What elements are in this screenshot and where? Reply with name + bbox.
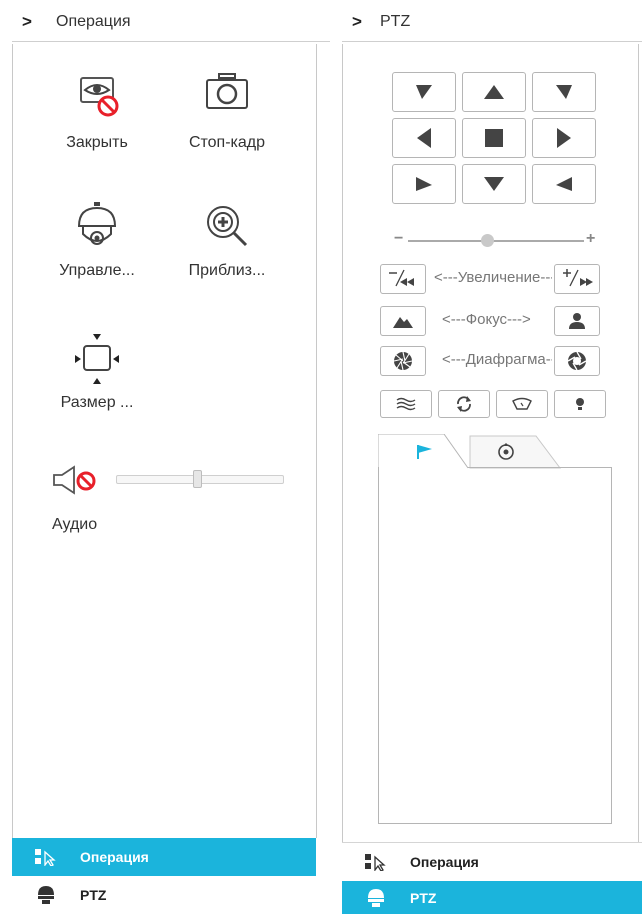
patrol-icon bbox=[498, 443, 514, 460]
focus-near-button[interactable] bbox=[380, 306, 426, 336]
panel-border-right bbox=[316, 44, 317, 838]
arrow-up-icon bbox=[484, 85, 504, 99]
iris-close-button[interactable] bbox=[380, 346, 426, 376]
focus-far-icon bbox=[569, 313, 585, 329]
iris-label: <---Диафрагма---> bbox=[442, 351, 552, 368]
arrow-down-left-icon bbox=[416, 177, 432, 191]
focus-label: <---Фокус---> bbox=[442, 311, 531, 328]
snapshot-button[interactable]: Стоп-кадр bbox=[172, 72, 282, 152]
arrow-up-left-icon bbox=[416, 85, 432, 99]
preset-flag-icon bbox=[417, 445, 432, 459]
speed-slider-thumb[interactable] bbox=[481, 234, 495, 247]
operation-panel: > Операция Закрыть Стоп-кадр Управле... … bbox=[0, 0, 330, 914]
ptz-down-right-button[interactable] bbox=[532, 164, 596, 204]
nav-operation-label: Операция bbox=[80, 849, 149, 865]
nav-ptz-left[interactable]: PTZ bbox=[12, 876, 316, 914]
ptz-camera-icon bbox=[67, 200, 127, 260]
nav-ptz-label: PTZ bbox=[80, 887, 107, 903]
speed-plus-label: + bbox=[586, 230, 596, 247]
digital-zoom-label: Приблиз... bbox=[188, 262, 266, 279]
nav-operation-left[interactable]: Операция bbox=[12, 838, 316, 876]
camera-icon bbox=[197, 72, 257, 132]
ptz-left-button[interactable] bbox=[392, 118, 456, 158]
chevron-right-icon[interactable]: > bbox=[22, 12, 32, 32]
window-size-label: Размер ... bbox=[60, 394, 134, 411]
tab-presets[interactable] bbox=[378, 434, 470, 470]
iris-open-button[interactable] bbox=[554, 346, 600, 376]
close-video-button[interactable]: Закрыть bbox=[42, 72, 152, 152]
volume-slider-thumb[interactable] bbox=[193, 470, 203, 488]
arrow-left-icon bbox=[417, 128, 431, 148]
ptz-camera-icon bbox=[34, 883, 58, 907]
focus-near-icon bbox=[393, 317, 413, 328]
zoom-in-icon bbox=[563, 269, 593, 287]
zoom-out-button[interactable] bbox=[380, 264, 426, 294]
eye-hide-icon bbox=[67, 72, 127, 132]
speed-minus-label: − bbox=[394, 230, 404, 247]
zoom-out-icon bbox=[389, 269, 414, 287]
iris-open-icon bbox=[567, 351, 587, 371]
zoom-in-button[interactable] bbox=[554, 264, 600, 294]
lens-init-button[interactable] bbox=[496, 390, 548, 418]
light-button[interactable] bbox=[554, 390, 606, 418]
arrow-right-icon bbox=[557, 128, 571, 148]
zoom-in-icon bbox=[197, 200, 257, 260]
operation-icon bbox=[34, 845, 58, 869]
ptz-panel-header[interactable]: > PTZ bbox=[342, 8, 642, 42]
operation-panel-header[interactable]: > Операция bbox=[12, 8, 330, 42]
nav-operation-label: Операция bbox=[410, 854, 479, 870]
digital-zoom-button[interactable]: Приблиз... bbox=[172, 200, 282, 280]
audio-mute-button[interactable] bbox=[52, 464, 104, 496]
rotate-icon bbox=[457, 396, 471, 412]
tab-patrol[interactable] bbox=[462, 434, 562, 469]
lens-icon bbox=[512, 397, 532, 410]
nav-ptz-right[interactable]: PTZ bbox=[342, 881, 642, 914]
light-icon bbox=[576, 398, 584, 410]
arrow-down-icon bbox=[484, 177, 504, 191]
resize-icon bbox=[67, 332, 127, 392]
wiper-button[interactable] bbox=[380, 390, 432, 418]
stop-icon bbox=[485, 129, 503, 147]
ptz-up-right-button[interactable] bbox=[532, 72, 596, 112]
ptz-up-left-button[interactable] bbox=[392, 72, 456, 112]
operation-icon bbox=[364, 850, 388, 874]
wiper-icon bbox=[396, 397, 416, 411]
ptz-camera-icon bbox=[364, 886, 388, 910]
panel-border-left bbox=[342, 44, 343, 842]
speed-slider-track[interactable] bbox=[408, 240, 584, 242]
nav-operation-right[interactable]: Операция bbox=[342, 843, 642, 881]
preset-list-area[interactable] bbox=[378, 467, 612, 824]
chevron-right-icon[interactable]: > bbox=[352, 12, 362, 32]
ptz-down-left-button[interactable] bbox=[392, 164, 456, 204]
snapshot-label: Стоп-кадр bbox=[188, 134, 266, 151]
window-size-button[interactable]: Размер ... bbox=[42, 332, 152, 412]
speaker-muted-icon bbox=[53, 465, 96, 495]
close-video-label: Закрыть bbox=[66, 134, 128, 151]
arrow-down-right-icon bbox=[556, 177, 572, 191]
ptz-down-button[interactable] bbox=[462, 164, 526, 204]
ptz-right-button[interactable] bbox=[532, 118, 596, 158]
iris-close-icon bbox=[393, 351, 413, 371]
ptz-control-label: Управле... bbox=[59, 262, 135, 279]
ptz-control-button[interactable]: Управле... bbox=[42, 200, 152, 280]
tab-underline bbox=[468, 467, 612, 468]
audio-label: Аудио bbox=[52, 516, 98, 533]
auto-rotate-button[interactable] bbox=[438, 390, 490, 418]
nav-ptz-label: PTZ bbox=[410, 889, 437, 906]
panel-border-right bbox=[638, 44, 639, 842]
ptz-stop-button[interactable] bbox=[462, 118, 526, 158]
operation-panel-title: Операция bbox=[56, 13, 131, 30]
focus-far-button[interactable] bbox=[554, 306, 600, 336]
zoom-label: <---Увеличение---> bbox=[434, 269, 552, 286]
ptz-panel-title: PTZ bbox=[380, 13, 411, 30]
arrow-up-right-icon bbox=[556, 85, 572, 99]
ptz-panel: > PTZ − + <---Увеличение---> <---Фокус--… bbox=[342, 0, 642, 914]
panel-border-left bbox=[12, 44, 13, 838]
ptz-up-button[interactable] bbox=[462, 72, 526, 112]
